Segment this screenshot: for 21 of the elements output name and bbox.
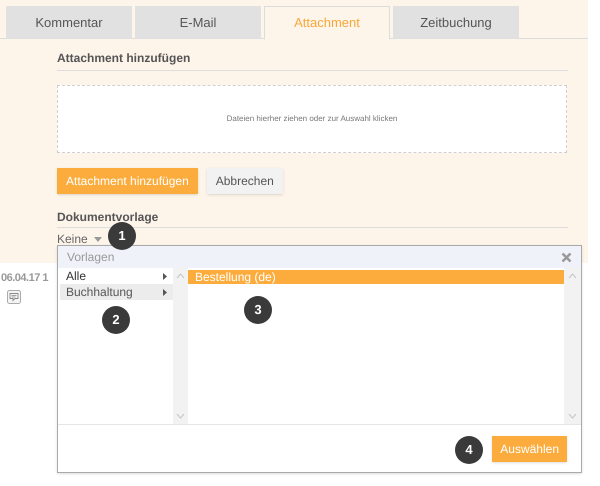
scroll-up-icon[interactable] xyxy=(568,273,577,279)
scrollbar[interactable] xyxy=(173,268,188,424)
scroll-up-icon[interactable] xyxy=(176,273,185,279)
dialog-title: Vorlagen xyxy=(67,249,114,266)
category-item[interactable]: Buchhaltung xyxy=(60,284,173,300)
dropdown-caret-icon[interactable] xyxy=(94,236,102,242)
template-dropdown[interactable]: Keine xyxy=(57,230,88,248)
close-icon[interactable] xyxy=(561,252,572,262)
comment-icon[interactable] xyxy=(7,290,21,304)
scroll-down-icon[interactable] xyxy=(176,413,185,419)
history-date: 06.04.17 1 xyxy=(1,271,50,286)
submenu-arrow-icon xyxy=(163,272,167,280)
tab[interactable]: E-Mail xyxy=(135,6,261,39)
cancel-button[interactable]: Abbrechen xyxy=(206,168,283,194)
drop-zone[interactable]: Dateien hierher ziehen oder zur Auswahl klicken xyxy=(57,85,567,153)
scroll-down-icon[interactable] xyxy=(568,413,577,419)
tab[interactable]: Zeitbuchung xyxy=(393,6,519,39)
section-heading: Attachment hinzufügen xyxy=(57,49,568,71)
submenu-arrow-icon xyxy=(163,288,167,296)
scrollbar[interactable] xyxy=(564,268,581,424)
tab[interactable]: Kommentar xyxy=(6,6,132,39)
